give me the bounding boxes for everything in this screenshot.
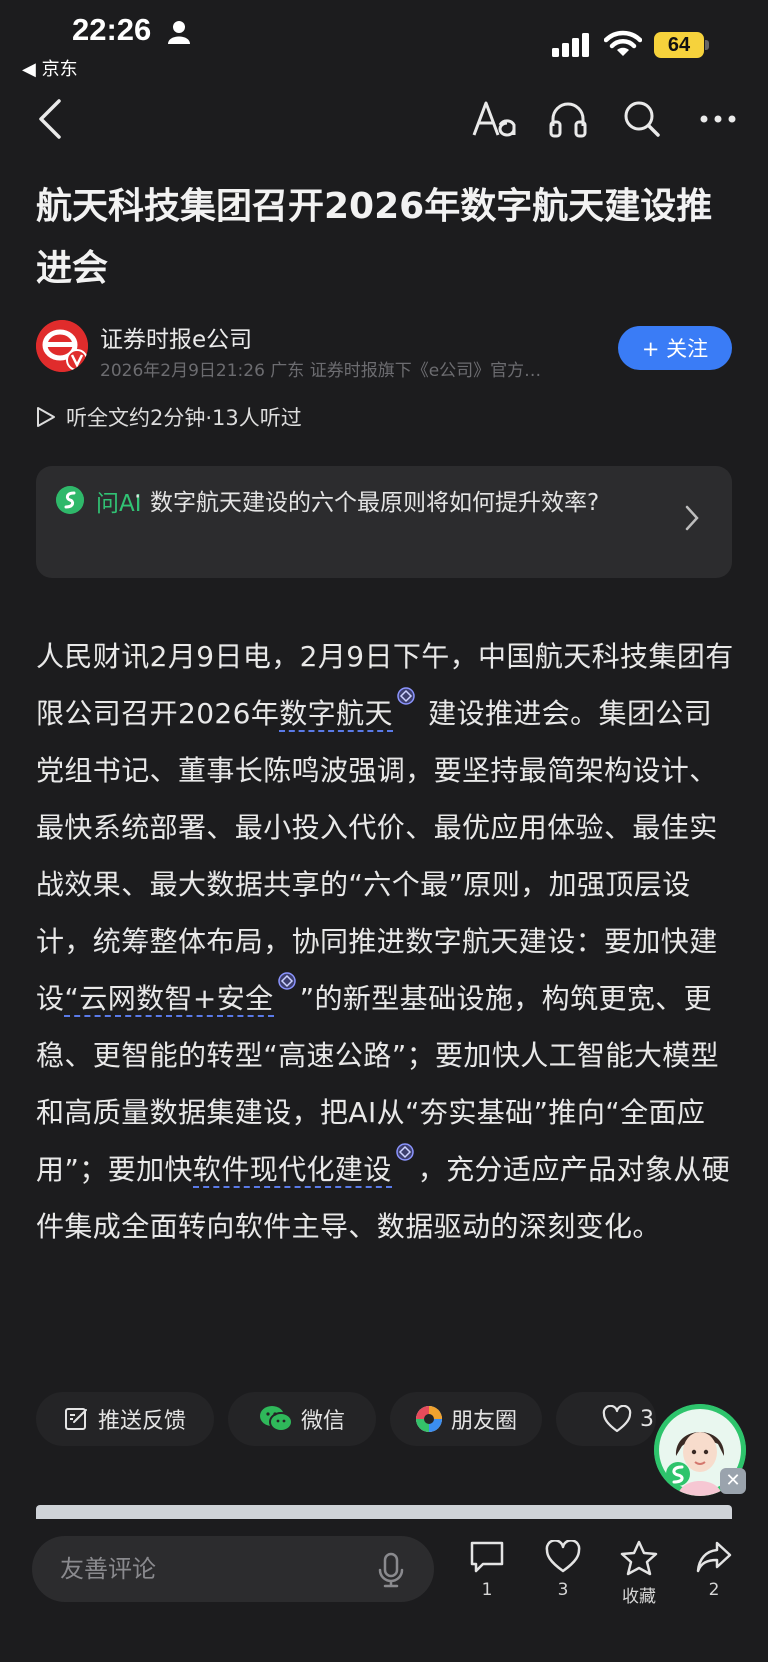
author-avatar[interactable] bbox=[36, 320, 88, 372]
moments-label: 朋友圈 bbox=[450, 1409, 517, 1434]
listen-full-article[interactable]: 听全文约2分钟·13人听过 bbox=[36, 402, 302, 432]
comments-count: 1 bbox=[481, 1580, 493, 1600]
share-button[interactable]: 2 bbox=[679, 1540, 749, 1600]
follow-button[interactable]: + 关注 bbox=[618, 326, 732, 370]
chevron-left-icon bbox=[39, 99, 61, 139]
ai-logo-icon bbox=[56, 486, 84, 514]
person-icon bbox=[168, 21, 190, 44]
listen-text: 听全文约2分钟·13人听过 bbox=[66, 406, 302, 430]
bottom-like-count: 3 bbox=[557, 1580, 569, 1600]
comment-icon bbox=[470, 1541, 504, 1573]
article-body: 人民财讯2月9日电，2月9日下午，中国航天科技集团有限公司召开2026年数字航天… bbox=[36, 628, 736, 1255]
more-options-button[interactable] bbox=[696, 96, 740, 142]
share-moments-button[interactable]: 朋友圈 bbox=[390, 1392, 542, 1446]
push-feedback-label: 推送反馈 bbox=[97, 1409, 186, 1434]
cellular-signal-icon bbox=[552, 33, 589, 57]
font-size-icon bbox=[472, 101, 516, 137]
heart-icon bbox=[602, 1405, 632, 1433]
chevron-right-icon bbox=[685, 505, 699, 531]
article-title: 航天科技集团召开2026年数字航天建设推进会 bbox=[36, 186, 713, 289]
battery-indicator: 64 bbox=[654, 32, 704, 58]
play-icon bbox=[37, 407, 55, 427]
keyword-link[interactable]: 数字航天 bbox=[279, 697, 393, 732]
like-button[interactable]: 3 bbox=[556, 1392, 656, 1446]
font-size-button[interactable] bbox=[468, 96, 522, 142]
search-button[interactable] bbox=[620, 96, 664, 142]
edit-feedback-icon bbox=[64, 1408, 87, 1430]
keyword-ai-icon[interactable] bbox=[277, 972, 296, 990]
push-feedback-button[interactable]: 推送反馈 bbox=[36, 1392, 214, 1446]
wifi-icon bbox=[604, 30, 642, 56]
wechat-label: 微信 bbox=[300, 1409, 345, 1434]
status-time: 22:26 bbox=[72, 12, 152, 47]
ai-suggested-question: 数字航天建设的六个最原则将如何提升效率? bbox=[150, 490, 600, 516]
favorite-label: 收藏 bbox=[622, 1587, 656, 1607]
publish-meta: 2026年2月9日21:26 广东 证券时报旗下《e公司》官方… bbox=[100, 361, 542, 381]
back-to-app-link[interactable]: ◀ 京东 bbox=[22, 55, 78, 81]
keyword-link[interactable]: “云网数智+安全 bbox=[64, 982, 274, 1017]
listen-audio-button[interactable] bbox=[546, 96, 590, 142]
keyword-ai-icon[interactable] bbox=[397, 687, 415, 705]
share-count: 2 bbox=[708, 1580, 720, 1600]
ai-separator: · bbox=[134, 484, 142, 510]
back-button[interactable] bbox=[30, 96, 70, 142]
favorite-button[interactable]: 收藏 bbox=[604, 1540, 674, 1607]
more-horizontal-icon bbox=[700, 115, 736, 123]
bottom-like-button[interactable]: 3 bbox=[528, 1540, 598, 1600]
comments-button[interactable]: 1 bbox=[452, 1540, 522, 1600]
heart-icon bbox=[545, 1540, 581, 1573]
publisher-logo-icon bbox=[36, 320, 88, 372]
wechat-icon bbox=[259, 1406, 293, 1432]
ask-ai-card[interactable]: 问AI · 数字航天建设的六个最原则将如何提升效率? bbox=[36, 466, 732, 578]
author-name[interactable]: 证券时报e公司 bbox=[100, 320, 252, 354]
comment-input[interactable] bbox=[32, 1536, 434, 1602]
close-assistant-button[interactable]: ✕ bbox=[720, 1468, 746, 1494]
moments-icon bbox=[415, 1406, 442, 1432]
body-text: 建设推进会。集团公司党组书记、董事长陈鸣波强调，要坚持最简架构设计、最快系统部署… bbox=[36, 697, 718, 1015]
keyword-link[interactable]: 软件现代化建设 bbox=[192, 1153, 392, 1188]
microphone-icon[interactable] bbox=[378, 1552, 404, 1588]
like-count: 3 bbox=[640, 1406, 654, 1432]
share-arrow-icon bbox=[696, 1541, 732, 1573]
battery-tip bbox=[705, 40, 709, 50]
next-content-preview bbox=[36, 1505, 732, 1519]
keyword-ai-icon[interactable] bbox=[395, 1143, 414, 1161]
headphones-icon bbox=[549, 102, 587, 138]
star-icon bbox=[620, 1540, 658, 1576]
close-icon: ✕ bbox=[725, 1470, 741, 1491]
search-icon bbox=[624, 101, 660, 137]
share-wechat-button[interactable]: 微信 bbox=[228, 1392, 376, 1446]
